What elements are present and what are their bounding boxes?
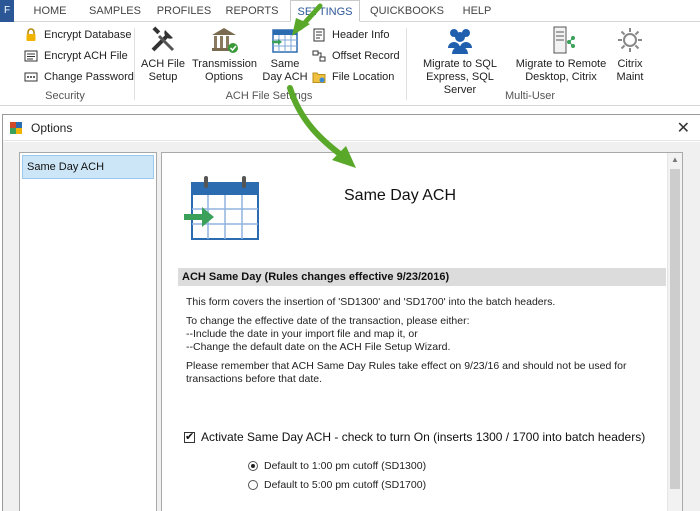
tab-help[interactable]: HELP (454, 0, 500, 22)
panel-scrollbar[interactable]: ▲ (667, 153, 682, 511)
password-icon (24, 70, 38, 84)
tab-samples[interactable]: SAMPLES (82, 0, 148, 22)
header-info-button[interactable]: Header Info (312, 25, 389, 45)
users-icon (444, 24, 476, 56)
server-icon (545, 24, 577, 56)
tools-icon (147, 24, 179, 56)
citrix-maint-button[interactable]: Citrix Maint (610, 24, 650, 84)
options-category-list[interactable]: Same Day ACH (19, 152, 157, 511)
instructions-line: --Change the default date on the ACH Fil… (186, 341, 451, 353)
app-menu-button[interactable]: F (0, 0, 14, 22)
citrix-maint-label: Citrix Maint (616, 58, 644, 83)
options-titlebar: Options ✕ (3, 115, 700, 141)
multi-user-group-label: Multi-User (504, 90, 556, 102)
activate-same-day-ach-checkbox[interactable] (184, 430, 195, 443)
migrate-remote-label: Migrate to Remote Desktop, Citrix (515, 58, 607, 83)
radio-1300[interactable] (248, 461, 258, 471)
migrate-sql-button[interactable]: Migrate to SQL Express, SQL Server (410, 24, 510, 97)
scroll-up-icon[interactable]: ▲ (671, 155, 679, 164)
offset-record-button[interactable]: Offset Record (312, 46, 400, 66)
description-text: This form covers the insertion of 'SD130… (186, 296, 556, 308)
instructions-line: --Include the date in your import file a… (186, 328, 418, 340)
transmission-options-button[interactable]: Transmission Options (192, 24, 257, 84)
ach-file-settings-group-label: ACH File Settings (225, 90, 313, 102)
reminder-line: transactions before that date. (186, 373, 323, 385)
activate-same-day-ach-label: Activate Same Day ACH - check to turn On… (201, 430, 646, 444)
calendar-icon (269, 24, 301, 56)
change-password-label: Change Password (44, 71, 134, 83)
ach-file-setup-button[interactable]: ACH File Setup (138, 24, 188, 84)
same-day-ach-button[interactable]: Same Day ACH (262, 24, 308, 84)
list-item-same-day-ach[interactable]: Same Day ACH (22, 155, 154, 179)
reminder-line: Please remember that ACH Same Day Rules … (186, 360, 627, 372)
tab-home[interactable]: HOME (24, 0, 76, 22)
same-day-ach-label: Same Day ACH (262, 58, 308, 83)
tab-profiles[interactable]: PROFILES (150, 0, 218, 22)
panel-title: Same Day ACH (344, 187, 457, 204)
folder-icon (312, 70, 326, 84)
calendar-icon (184, 173, 264, 243)
section-header: ACH Same Day (Rules changes effective 9/… (178, 268, 666, 286)
settings-panel: Same Day ACH ACH Same Day (Rules changes… (161, 152, 683, 511)
offset-icon (312, 49, 326, 63)
ribbon: Encrypt Database Encrypt ACH File Change… (0, 22, 700, 106)
header-info-label: Header Info (332, 29, 390, 41)
scroll-thumb[interactable] (670, 169, 680, 489)
options-window: Options ✕ Same Day ACH Same Day ACH ACH … (2, 114, 700, 511)
transmission-options-label: Transmission Options (192, 58, 257, 83)
radio-1300-label: Default to 1:00 pm cutoff (SD1300) (264, 460, 427, 472)
tab-reports[interactable]: REPORTS (222, 0, 282, 22)
radio-1700[interactable] (248, 480, 258, 490)
ach-file-setup-label: ACH File Setup (140, 58, 185, 83)
offset-record-label: Offset Record (332, 50, 400, 62)
security-group-label: Security (45, 90, 85, 102)
options-window-title: Options (31, 121, 73, 135)
ribbon-separator (406, 28, 407, 100)
file-location-label: File Location (332, 71, 395, 83)
instructions-line: To change the effective date of the tran… (186, 315, 470, 327)
tab-settings[interactable]: SETTINGS (290, 0, 360, 22)
lock-icon (24, 28, 38, 42)
options-body: Same Day ACH Same Day ACH ACH Same Day (… (3, 142, 700, 511)
file-location-button[interactable]: File Location (312, 67, 394, 87)
encrypt-ach-file-button[interactable]: Encrypt ACH File (24, 46, 128, 66)
radio-1300-row[interactable]: Default to 1:00 pm cutoff (SD1300) (248, 460, 426, 472)
bank-icon (208, 24, 240, 56)
options-window-icon (9, 121, 23, 135)
document-icon (312, 28, 326, 42)
radio-1700-row[interactable]: Default to 5:00 pm cutoff (SD1700) (248, 479, 426, 491)
encrypt-file-icon (24, 49, 38, 63)
migrate-sql-label: Migrate to SQL Express, SQL Server (423, 58, 497, 96)
migrate-remote-button[interactable]: Migrate to Remote Desktop, Citrix (514, 24, 608, 84)
gear-icon (614, 24, 646, 56)
encrypt-database-button[interactable]: Encrypt Database (24, 25, 131, 45)
tab-quickbooks[interactable]: QUICKBOOKS (368, 0, 446, 22)
ribbon-tabs: F HOME SAMPLES PROFILES REPORTS SETTINGS… (0, 0, 700, 22)
encrypt-ach-file-label: Encrypt ACH File (44, 50, 128, 62)
activate-same-day-ach-row[interactable]: Activate Same Day ACH - check to turn On… (184, 430, 645, 444)
encrypt-database-label: Encrypt Database (44, 29, 132, 41)
ribbon-separator (134, 28, 135, 100)
radio-1700-label: Default to 5:00 pm cutoff (SD1700) (264, 479, 427, 491)
change-password-button[interactable]: Change Password (24, 67, 134, 87)
close-icon[interactable]: ✕ (677, 118, 690, 138)
